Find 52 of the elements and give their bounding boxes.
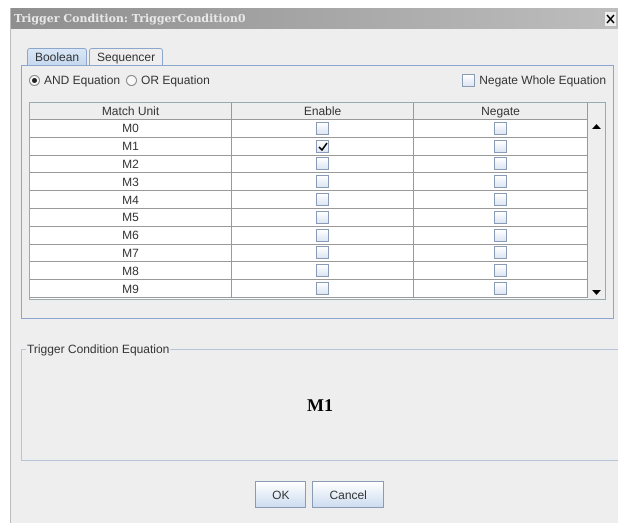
negate-checkbox[interactable] <box>494 140 507 153</box>
enable-checkbox[interactable] <box>316 175 329 188</box>
dialog-button[interactable]: Cancel <box>312 481 384 508</box>
radio-icon[interactable] <box>126 74 138 86</box>
enable-checkbox[interactable] <box>316 282 329 296</box>
negate-checkbox[interactable] <box>494 228 507 242</box>
table-cell: M5 <box>30 208 232 227</box>
group-title: Trigger Condition Equation <box>26 342 170 356</box>
enable-checkbox[interactable] <box>316 157 329 170</box>
close-icon[interactable] <box>605 12 616 26</box>
column-header[interactable]: Match Unit <box>30 103 232 120</box>
table-cell: M1 <box>30 138 232 156</box>
table-cell: M9 <box>30 280 232 298</box>
table-cell: M7 <box>30 244 232 262</box>
enable-checkbox[interactable] <box>316 140 329 153</box>
scrollbar[interactable] <box>588 103 605 299</box>
table-cell: M3 <box>30 173 232 192</box>
enable-checkbox[interactable] <box>316 193 329 206</box>
checkbox-label: Negate Whole Equation <box>479 73 606 87</box>
enable-checkbox[interactable] <box>316 264 329 278</box>
enable-checkbox[interactable] <box>316 210 329 224</box>
radio-option[interactable]: OR Equation <box>126 73 210 87</box>
scroll-up-icon[interactable] <box>592 124 601 129</box>
negate-checkbox[interactable] <box>494 210 507 224</box>
radio-label: OR Equation <box>141 73 210 87</box>
tab[interactable]: Sequencer <box>89 48 164 65</box>
negate-checkbox[interactable] <box>494 157 507 170</box>
tab[interactable]: Boolean <box>27 48 88 65</box>
negate-checkbox[interactable] <box>494 122 507 135</box>
enable-checkbox[interactable] <box>316 122 329 135</box>
dialog-button[interactable]: OK <box>255 481 306 508</box>
window-title: Trigger Condition: TriggerCondition0 <box>14 12 246 25</box>
scroll-down-icon[interactable] <box>592 290 601 295</box>
column-header[interactable]: Enable <box>232 103 414 120</box>
column-header[interactable]: Negate <box>414 103 588 120</box>
equation-text: M1 <box>307 394 333 416</box>
checkbox[interactable] <box>462 74 476 86</box>
negate-checkbox[interactable] <box>494 246 507 260</box>
enable-checkbox[interactable] <box>316 246 329 260</box>
enable-checkbox[interactable] <box>316 228 329 242</box>
table-cell: M8 <box>30 262 232 280</box>
table-cell: M6 <box>30 226 232 245</box>
negate-checkbox[interactable] <box>494 282 507 296</box>
table-cell: M4 <box>30 191 232 209</box>
radio-label: AND Equation <box>44 73 120 87</box>
negate-checkbox[interactable] <box>494 175 507 188</box>
radio-icon[interactable] <box>29 74 40 86</box>
negate-checkbox[interactable] <box>494 264 507 278</box>
radio-option[interactable]: AND Equation <box>29 73 120 87</box>
table-cell: M2 <box>30 156 232 174</box>
table-cell: M0 <box>30 120 232 138</box>
negate-checkbox[interactable] <box>494 193 507 206</box>
